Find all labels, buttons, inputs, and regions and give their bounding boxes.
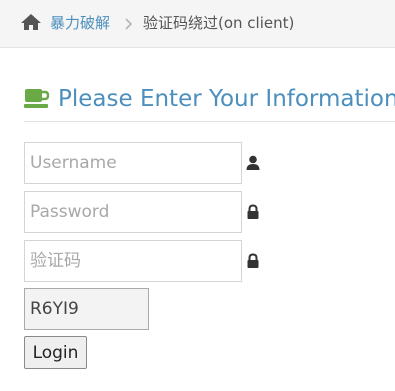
page-header: Please Enter Your Information (24, 84, 395, 122)
lock-icon (245, 253, 261, 269)
login-button[interactable]: Login (24, 336, 87, 369)
user-icon (245, 155, 261, 171)
page-title: Please Enter Your Information (58, 86, 395, 112)
breadcrumb-current: 验证码绕过(on client) (143, 14, 295, 32)
captcha-field[interactable] (24, 240, 242, 282)
lock-icon (245, 204, 261, 220)
breadcrumb: 暴力破解 验证码绕过(on client) (0, 0, 395, 48)
username-field[interactable] (24, 142, 242, 184)
password-field[interactable] (24, 191, 242, 233)
chevron-right-icon (124, 16, 134, 30)
breadcrumb-link[interactable]: 暴力破解 (50, 14, 110, 32)
coffee-icon (24, 88, 50, 110)
home-icon[interactable] (20, 13, 42, 31)
captcha-code[interactable]: R6YI9 (24, 288, 149, 330)
